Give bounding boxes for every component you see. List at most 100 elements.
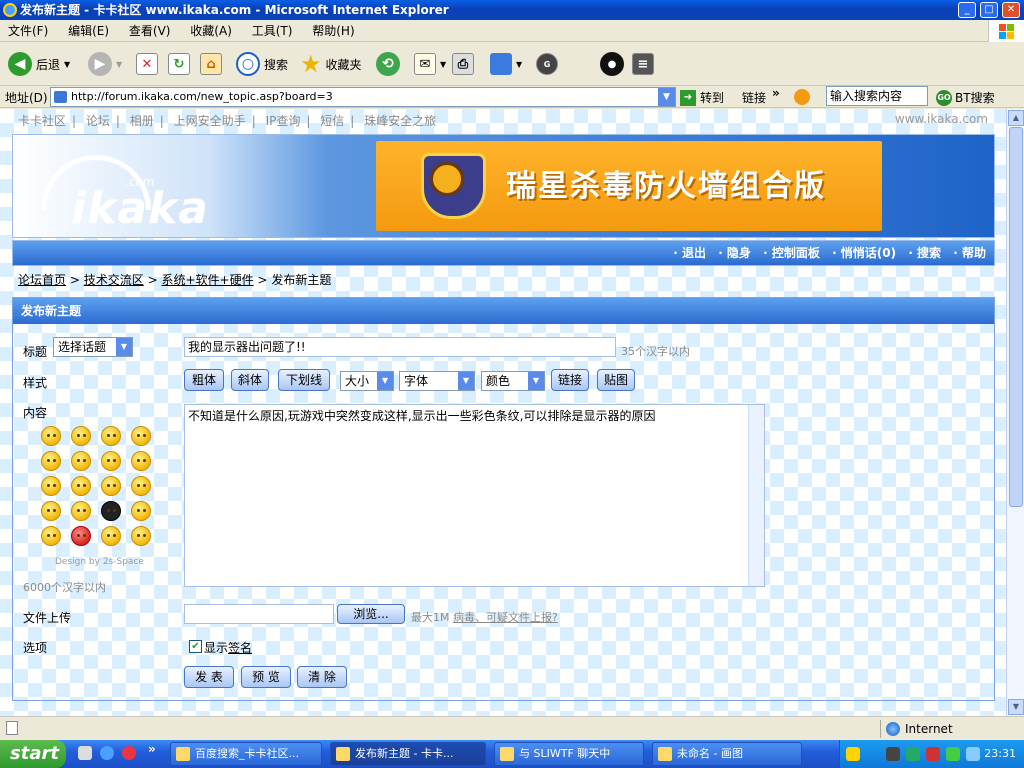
- title-input[interactable]: 我的显示器出问题了!!: [184, 337, 616, 357]
- smiley-icon[interactable]: [131, 426, 151, 446]
- scroll-thumb[interactable]: [1009, 127, 1023, 507]
- menu-tools[interactable]: 工具(T): [244, 20, 301, 42]
- toplink-security-assistant[interactable]: 上网安全助手: [174, 114, 246, 128]
- mail-dropdown-icon[interactable]: ▼: [440, 60, 446, 69]
- minimize-button[interactable]: _: [958, 2, 976, 18]
- forward-button[interactable]: ▶ ▼: [88, 50, 122, 78]
- print-icon[interactable]: ⎙: [452, 53, 474, 75]
- start-button[interactable]: start: [0, 740, 66, 768]
- smiley-icon[interactable]: [41, 476, 61, 496]
- smiley-icon[interactable]: [71, 501, 91, 521]
- smiley-icon[interactable]: [131, 476, 151, 496]
- nav-logout[interactable]: · 退出: [673, 246, 706, 260]
- smiley-icon[interactable]: [41, 451, 61, 471]
- font-select[interactable]: 字体 ▼: [399, 371, 475, 391]
- browse-button[interactable]: 浏览...: [337, 604, 405, 624]
- crumb-tech-area[interactable]: 技术交流区: [84, 273, 144, 287]
- qq-penguin-icon[interactable]: ●: [600, 52, 624, 76]
- smiley-icon[interactable]: [101, 476, 121, 496]
- bold-button[interactable]: 粗体: [184, 369, 224, 391]
- tray-qq-icon[interactable]: [846, 747, 860, 761]
- smiley-icon[interactable]: [71, 526, 91, 546]
- smiley-icon[interactable]: [131, 501, 151, 521]
- toplink-kaka[interactable]: 卡卡社区: [18, 114, 66, 128]
- game-icon[interactable]: G: [536, 53, 558, 75]
- upload-file-input[interactable]: [184, 604, 334, 624]
- nav-control-panel[interactable]: · 控制面板: [763, 246, 820, 260]
- smiley-icon[interactable]: [71, 451, 91, 471]
- tray-misc-icon[interactable]: [966, 747, 980, 761]
- submit-button[interactable]: 发 表: [184, 666, 234, 688]
- forward-dropdown-icon[interactable]: ▼: [116, 60, 122, 69]
- smiley-icon[interactable]: [101, 501, 121, 521]
- image-button[interactable]: 贴图: [597, 369, 635, 391]
- links-chevron-icon[interactable]: »: [772, 86, 780, 100]
- smiley-icon[interactable]: [101, 426, 121, 446]
- toplink-everest-tour[interactable]: 珠峰安全之旅: [364, 114, 436, 128]
- show-signature-checkbox[interactable]: ✔: [189, 640, 202, 653]
- tray-app-icon[interactable]: [886, 747, 900, 761]
- menu-help[interactable]: 帮助(H): [304, 20, 362, 42]
- menu-view[interactable]: 查看(V): [121, 20, 179, 42]
- menu-favorites[interactable]: 收藏(A): [182, 20, 240, 42]
- task-paint[interactable]: 未命名 - 画图: [652, 742, 802, 766]
- links-button[interactable]: 链接: [742, 89, 766, 106]
- toplink-album[interactable]: 相册: [130, 114, 154, 128]
- task-chat[interactable]: 与 SLIWTF 聊天中: [494, 742, 644, 766]
- toolbar-extension-icon[interactable]: ≡: [632, 53, 654, 75]
- search-button[interactable]: ○ 搜索: [236, 50, 288, 78]
- italic-button[interactable]: 斜体: [231, 369, 269, 391]
- size-select[interactable]: 大小 ▼: [340, 371, 394, 391]
- content-textarea[interactable]: 不知道是什么原因,玩游戏中突然变成这样,显示出一些彩色条纹,可以排除是显示器的原…: [184, 404, 765, 587]
- tray-network-icon[interactable]: [906, 747, 920, 761]
- menu-edit[interactable]: 编辑(E): [60, 20, 117, 42]
- task-new-topic[interactable]: 发布新主题 - 卡卡...: [330, 742, 486, 766]
- link-button[interactable]: 链接: [551, 369, 589, 391]
- topic-select[interactable]: 选择话题 ▼: [53, 337, 133, 357]
- smiley-icon[interactable]: [71, 426, 91, 446]
- smiley-icon[interactable]: [71, 476, 91, 496]
- tray-antivirus-icon[interactable]: [926, 747, 940, 761]
- refresh-icon[interactable]: ↻: [168, 53, 190, 75]
- virus-report-link[interactable]: 病毒、可疑文件上报?: [453, 609, 558, 625]
- quicklaunch-chevron-icon[interactable]: »: [148, 742, 156, 756]
- nav-search[interactable]: · 搜索: [908, 246, 941, 260]
- rising-ad-banner[interactable]: 瑞星杀毒防火墙组合版: [376, 141, 882, 231]
- smiley-icon[interactable]: [41, 526, 61, 546]
- toplink-sms[interactable]: 短信: [320, 114, 344, 128]
- nav-help[interactable]: · 帮助: [953, 246, 986, 260]
- address-dropdown-icon[interactable]: ▼: [658, 88, 675, 106]
- color-select[interactable]: 颜色 ▼: [481, 371, 545, 391]
- quicklaunch-desktop-icon[interactable]: [78, 746, 92, 760]
- crumb-forum-home[interactable]: 论坛首页: [18, 273, 66, 287]
- edit-dropdown-icon[interactable]: ▼: [516, 60, 522, 69]
- bt-search-button[interactable]: GO BT搜索: [936, 89, 995, 106]
- signature-link[interactable]: 签名: [228, 639, 252, 656]
- tray-volume-icon[interactable]: [946, 747, 960, 761]
- quicklaunch-app-icon[interactable]: [122, 746, 136, 760]
- close-button[interactable]: ✕: [1002, 2, 1020, 18]
- nav-messages[interactable]: · 悄悄话(0): [832, 246, 896, 260]
- back-dropdown-icon[interactable]: ▼: [64, 60, 70, 69]
- nav-invisible[interactable]: · 隐身: [718, 246, 751, 260]
- scroll-down-icon[interactable]: ▼: [1008, 699, 1024, 715]
- clear-button[interactable]: 清 除: [297, 666, 347, 688]
- smiley-icon[interactable]: [101, 526, 121, 546]
- address-input[interactable]: http://forum.ikaka.com/new_topic.asp?boa…: [50, 87, 676, 107]
- back-button[interactable]: ◀ 后退 ▼: [8, 50, 70, 78]
- smiley-icon[interactable]: [131, 451, 151, 471]
- history-icon[interactable]: ⟲: [376, 52, 400, 76]
- smiley-icon[interactable]: [131, 526, 151, 546]
- scroll-up-icon[interactable]: ▲: [1008, 110, 1024, 126]
- smiley-icon[interactable]: [41, 501, 61, 521]
- favorites-button[interactable]: ★ 收藏夹: [300, 50, 362, 78]
- toolbar-search-input[interactable]: 输入搜索内容: [826, 86, 928, 106]
- go-button[interactable]: ➔ 转到: [680, 89, 724, 106]
- title-bar[interactable]: 发布新主题 - 卡卡社区 www.ikaka.com - Microsoft I…: [0, 0, 1024, 20]
- home-icon[interactable]: ⌂: [200, 53, 222, 75]
- mail-icon[interactable]: ✉: [414, 53, 436, 75]
- textarea-scrollbar[interactable]: [748, 405, 764, 586]
- quicklaunch-ie-icon[interactable]: [100, 746, 114, 760]
- stop-icon[interactable]: ✕: [136, 53, 158, 75]
- edit-icon[interactable]: [490, 53, 512, 75]
